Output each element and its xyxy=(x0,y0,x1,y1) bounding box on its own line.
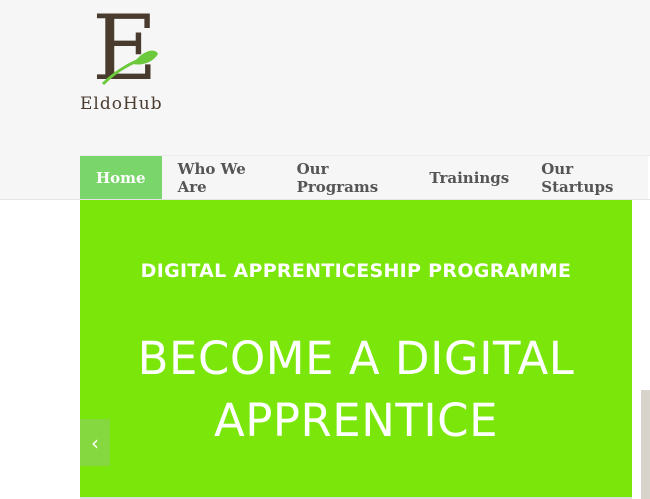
slide-subtitle: DIGITAL APPRENTICESHIP PROGRAMME xyxy=(140,260,572,282)
site-header: E EldoHub Home Who We Are Our Programs T… xyxy=(0,0,650,200)
nav-item-our-programs[interactable]: Our Programs xyxy=(281,156,414,200)
nav-item-who-we-are[interactable]: Who We Are xyxy=(162,156,281,200)
slider-prev-button[interactable]: ‹ xyxy=(80,419,110,466)
slide-title: BECOME A DIGITAL APPRENTICE xyxy=(80,328,632,452)
slide-title-line1: BECOME A DIGITAL xyxy=(137,332,575,385)
main-nav: Home Who We Are Our Programs Trainings O… xyxy=(80,155,650,200)
hero-slider[interactable]: DIGITAL APPRENTICESHIP PROGRAMME BECOME … xyxy=(80,200,632,499)
nav-item-home[interactable]: Home xyxy=(80,155,162,200)
logo-wordmark: EldoHub xyxy=(80,94,163,114)
site-logo[interactable]: E EldoHub xyxy=(80,4,180,115)
nav-item-trainings[interactable]: Trainings xyxy=(413,156,525,200)
chevron-left-icon: ‹ xyxy=(91,430,99,455)
nav-item-our-startups[interactable]: Our Startups xyxy=(525,156,650,200)
next-slide-image-sliver xyxy=(641,390,650,499)
page: E EldoHub Home Who We Are Our Programs T… xyxy=(0,0,650,499)
slide-title-line2: APPRENTICE xyxy=(213,394,499,447)
leaf-icon xyxy=(101,50,158,86)
